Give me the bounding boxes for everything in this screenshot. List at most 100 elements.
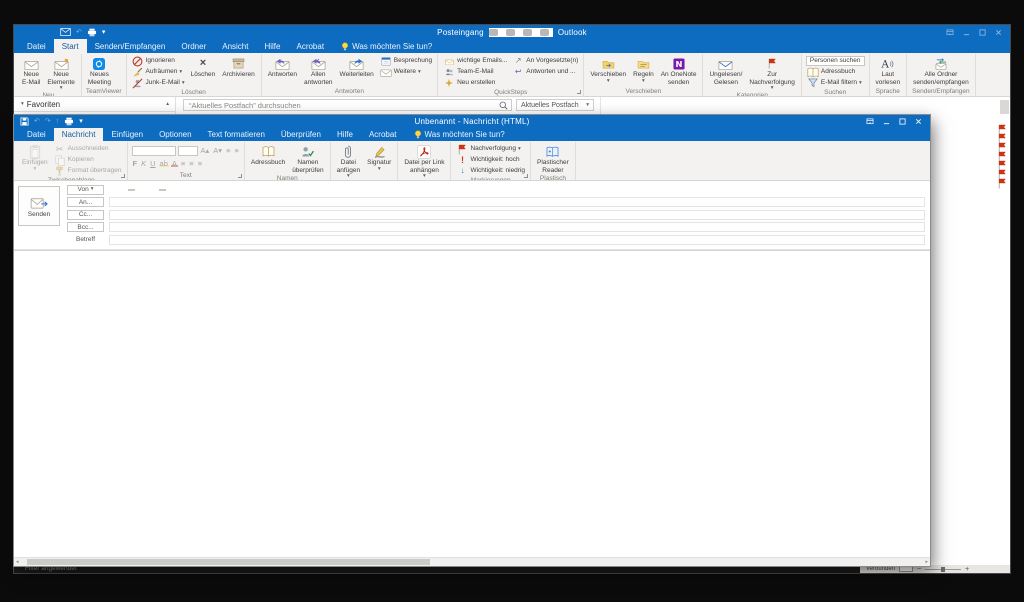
dialog-launcher-icon[interactable] (121, 174, 125, 178)
ribbon-neues-meeting[interactable]: Neues Meeting (86, 55, 113, 87)
ribbon-löschen[interactable]: ×Löschen (189, 55, 218, 88)
tab-datei[interactable]: Datei (19, 128, 54, 141)
search-box[interactable] (183, 99, 512, 111)
favorites-header[interactable]: ▾ Favoriten ▴ (14, 98, 175, 112)
ribbon-allen-antworten[interactable]: Allen antworten (302, 55, 335, 87)
tab-text-formatieren[interactable]: Text formatieren (200, 128, 273, 141)
ribbon-datei-anfügen[interactable]: Datei anfügen▾ (335, 143, 363, 179)
undo-icon[interactable]: ↶ (76, 29, 82, 36)
from-button[interactable]: Von ▾ (67, 185, 104, 195)
redo-icon[interactable]: ↷ (45, 118, 51, 125)
ribbon-weiterleiten[interactable]: Weiterleiten (338, 55, 376, 87)
ribbon-laut-vorlesen[interactable]: ALaut vorlesen (874, 55, 903, 87)
ribbon-besprechung[interactable]: Besprechung (379, 56, 433, 66)
ribbon-wichtigkeit-hoch[interactable]: !Wichtigkeit: hoch (455, 155, 526, 165)
tab-optionen[interactable]: Optionen (151, 128, 199, 141)
ribbon-options-button[interactable] (866, 118, 874, 125)
underline-button[interactable]: U (149, 160, 156, 168)
search-icon[interactable] (499, 101, 508, 110)
ribbon-weitere[interactable]: Weitere▾ (379, 67, 433, 77)
ribbon-alle-ordner-senden-empfangen[interactable]: Alle Ordner senden/empfangen (911, 55, 971, 87)
ribbon-wichtigkeit-niedrig[interactable]: ↓Wichtigkeit: niedrig (455, 166, 526, 176)
customize-caret-icon[interactable]: ▾ (102, 29, 106, 36)
ribbon-options-button[interactable] (946, 29, 954, 36)
bullet-list-icon[interactable]: ≡ (225, 147, 231, 155)
ribbon-regeln[interactable]: Regeln▾ (631, 55, 656, 87)
list-scrollbar[interactable] (1000, 100, 1009, 114)
italic-button[interactable]: K (140, 160, 147, 168)
ribbon-format-übertragen[interactable]: Format übertragen (53, 166, 123, 176)
dialog-launcher-icon[interactable] (524, 174, 528, 178)
message-body-editor[interactable] (14, 250, 930, 557)
ribbon-namen-überprüfen[interactable]: Namen überprüfen (290, 143, 325, 174)
followup-flag-icon[interactable] (998, 179, 1006, 187)
ribbon-verschieben[interactable]: Verschieben▾ (588, 55, 628, 87)
font-family-select[interactable] (132, 146, 176, 156)
ribbon-signatur[interactable]: Signatur▾ (365, 143, 393, 179)
font-color-button[interactable]: A (171, 160, 178, 168)
save-icon[interactable] (20, 117, 29, 126)
cc-button[interactable]: Cc... (67, 210, 104, 220)
subject-input[interactable] (109, 235, 925, 245)
bcc-button[interactable]: Bcc... (67, 222, 104, 232)
scroll-right-icon[interactable]: ▸ (925, 560, 928, 565)
zoom-in-button[interactable]: + (965, 566, 969, 573)
tab-acrobat[interactable]: Acrobat (361, 128, 405, 141)
align-right-icon[interactable]: ≡ (197, 160, 203, 168)
zoom-out-button[interactable]: − (917, 566, 921, 573)
tab-start[interactable]: Start (54, 39, 87, 53)
grow-font-button[interactable]: A▴ (200, 147, 211, 155)
tab-hilfe[interactable]: Hilfe (256, 39, 288, 53)
ribbon-plastischer-reader[interactable]: Plastischer Reader (535, 143, 571, 174)
tab-ansicht[interactable]: Ansicht (214, 39, 256, 53)
tell-me-box[interactable]: Was möchten Sie tun? (405, 128, 514, 141)
ribbon-adressbuch[interactable]: Adressbuch (249, 143, 287, 174)
ribbon-neue-elemente[interactable]: Neue Elemente▾ (45, 55, 76, 91)
highlight-button[interactable]: ab (159, 160, 169, 168)
search-scope-dropdown[interactable]: Aktuelles Postfach ▾ (516, 99, 594, 111)
maximize-button[interactable] (979, 29, 986, 36)
ribbon-antworten-und[interactable]: ↩Antworten und ... (511, 67, 579, 77)
to-input[interactable] (109, 197, 925, 207)
tab-acrobat[interactable]: Acrobat (288, 39, 332, 53)
ribbon-kopieren[interactable]: Kopieren (53, 155, 123, 165)
ribbon-e-mail-filtern[interactable]: E-Mail filtern▾ (806, 78, 865, 88)
pane-expand-icon[interactable]: ▴ (166, 102, 169, 107)
zoom-slider-thumb[interactable] (941, 567, 945, 572)
ribbon-ausschneiden[interactable]: ✂Ausschneiden (53, 144, 123, 154)
close-button[interactable] (915, 118, 922, 125)
dialog-launcher-icon[interactable] (238, 174, 242, 178)
zoom-slider[interactable] (925, 569, 961, 570)
ribbon-datei-per-link-anhängen[interactable]: Datei per Link anhängen▾ (402, 143, 446, 179)
ribbon-ungelesen-gelesen[interactable]: Ungelesen/ Gelesen (707, 55, 744, 91)
customize-caret-icon[interactable]: ▾ (79, 118, 83, 125)
bold-button[interactable]: F (132, 160, 139, 168)
mail-go-icon[interactable] (60, 28, 71, 36)
tab-einfügen[interactable]: Einfügen (103, 128, 151, 141)
bcc-input[interactable] (109, 222, 925, 232)
horizontal-scrollbar[interactable]: ◂ ▸ (14, 557, 930, 566)
send-button[interactable]: Senden (18, 186, 60, 226)
tab-ordner[interactable]: Ordner (173, 39, 214, 53)
ribbon-neu-erstellen[interactable]: Neu erstellen (442, 78, 508, 88)
tab-senden-empfangen[interactable]: Senden/Empfangen (87, 39, 174, 53)
ribbon-junk-e-mail[interactable]: Junk-E-Mail▾ (131, 78, 186, 88)
ribbon-nachverfolgung[interactable]: Nachverfolgung▾ (455, 144, 526, 154)
shrink-font-button[interactable]: A▾ (212, 147, 223, 155)
minimize-button[interactable] (963, 29, 970, 36)
align-left-icon[interactable]: ≡ (180, 160, 186, 168)
ribbon-wichtige-emails[interactable]: wichtige Emails... (442, 56, 508, 66)
align-center-icon[interactable]: ≡ (188, 160, 194, 168)
maximize-button[interactable] (899, 118, 906, 125)
ribbon-an-vorgesetzte-n[interactable]: ↗An Vorgesetzte(n) (511, 56, 579, 66)
ribbon-ignorieren[interactable]: Ignorieren (131, 56, 186, 66)
tell-me-box[interactable]: Was möchten Sie tun? (332, 39, 441, 53)
ribbon-aufräumen[interactable]: Aufräumen▾ (131, 67, 186, 77)
tab-hilfe[interactable]: Hilfe (329, 128, 361, 141)
print-icon[interactable] (64, 117, 74, 126)
tab-datei[interactable]: Datei (19, 39, 54, 53)
ribbon-archivieren[interactable]: Archivieren (220, 55, 257, 88)
ribbon-antworten[interactable]: Antworten (266, 55, 299, 87)
ribbon-an-onenote-senden[interactable]: NAn OneNote senden (659, 55, 699, 87)
scroll-left-icon[interactable]: ◂ (16, 560, 19, 565)
